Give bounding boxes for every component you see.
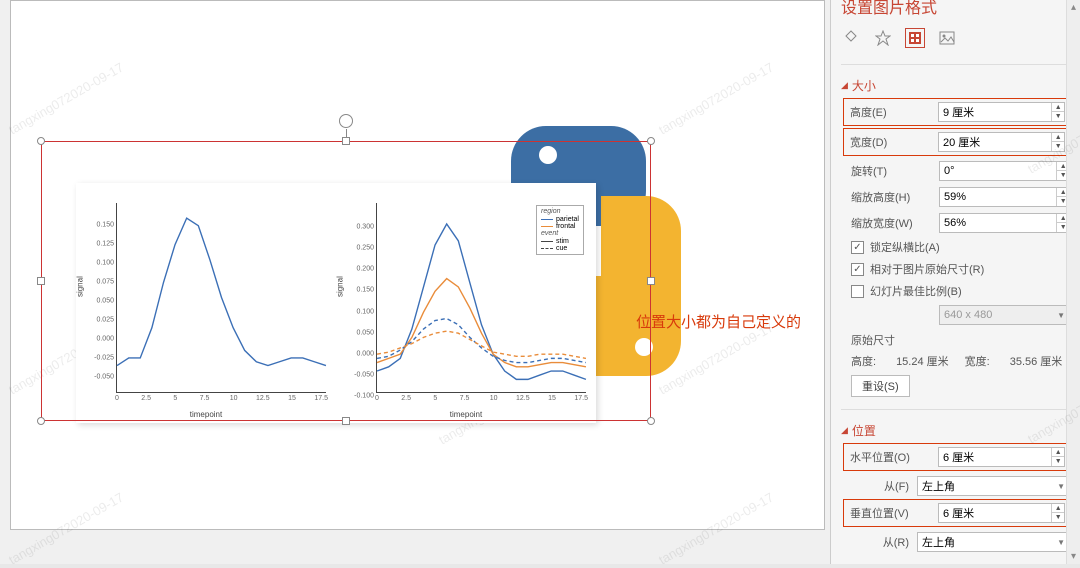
selection-outline[interactable] bbox=[41, 141, 651, 421]
orig-size-title: 原始尺寸 bbox=[851, 332, 1070, 348]
height-input[interactable]: ▲▼ bbox=[938, 102, 1065, 122]
scroll-down-icon[interactable]: ▾ bbox=[1069, 549, 1078, 564]
rotate-handle[interactable] bbox=[339, 114, 353, 128]
orig-size-title-row: 原始尺寸 bbox=[831, 328, 1080, 351]
annotation-text: 位置大小都为自己定义的 bbox=[636, 311, 801, 332]
size-properties-icon[interactable] bbox=[905, 28, 925, 48]
fill-icon[interactable] bbox=[841, 28, 861, 48]
collapse-icon: ◢ bbox=[841, 425, 848, 436]
hpos-input-field[interactable] bbox=[939, 451, 1051, 463]
vpos-input-field[interactable] bbox=[939, 507, 1051, 519]
height-row: 高度(E) ▲▼ bbox=[843, 98, 1072, 126]
rel-original-row[interactable]: ✓ 相对于图片原始尺寸(R) bbox=[831, 258, 1080, 280]
checkbox-unchecked-icon[interactable] bbox=[851, 285, 864, 298]
scale-width-input-field[interactable] bbox=[940, 217, 1056, 229]
resize-handle-n[interactable] bbox=[342, 137, 350, 145]
spinner-down[interactable]: ▼ bbox=[1052, 513, 1064, 522]
panel-tool-tabs bbox=[831, 22, 1080, 58]
resize-handle-w[interactable] bbox=[37, 277, 45, 285]
hpos-from-label: 从(F) bbox=[851, 478, 909, 494]
width-row: 宽度(D) ▲▼ bbox=[843, 128, 1072, 156]
vpos-label: 垂直位置(V) bbox=[850, 505, 930, 521]
rotate-input-field[interactable] bbox=[940, 165, 1056, 177]
watermark: tangxing072020-09-17 bbox=[6, 59, 126, 137]
best-fit-label: 幻灯片最佳比例(B) bbox=[870, 283, 962, 299]
resolution-row: 640 x 480 ▼ bbox=[831, 302, 1080, 328]
picture-icon[interactable] bbox=[937, 28, 957, 48]
resize-handle-sw[interactable] bbox=[37, 417, 45, 425]
spinner-down[interactable]: ▼ bbox=[1052, 142, 1064, 151]
lock-aspect-label: 锁定纵横比(A) bbox=[870, 239, 940, 255]
effects-icon[interactable] bbox=[873, 28, 893, 48]
chevron-down-icon: ▼ bbox=[1057, 538, 1065, 547]
vpos-from-label: 从(R) bbox=[851, 534, 909, 550]
resolution-select: 640 x 480 ▼ bbox=[939, 305, 1070, 325]
rel-original-label: 相对于图片原始尺寸(R) bbox=[870, 261, 984, 277]
spinner-up[interactable]: ▲ bbox=[1052, 448, 1064, 457]
hpos-row: 水平位置(O) ▲▼ bbox=[843, 443, 1072, 471]
section-header-label: 位置 bbox=[852, 422, 876, 439]
rotate-row: 旋转(T) ▲▼ bbox=[831, 158, 1080, 184]
width-input-field[interactable] bbox=[939, 136, 1051, 148]
watermark: tangxing072020-09-17 bbox=[656, 489, 776, 567]
scale-height-row: 缩放高度(H) ▲▼ bbox=[831, 184, 1080, 210]
scale-width-row: 缩放宽度(W) ▲▼ bbox=[831, 210, 1080, 236]
checkbox-checked-icon[interactable]: ✓ bbox=[851, 241, 864, 254]
resize-handle-s[interactable] bbox=[342, 417, 350, 425]
section-header-position[interactable]: ◢ 位置 bbox=[831, 416, 1080, 443]
spinner-up[interactable]: ▲ bbox=[1052, 133, 1064, 142]
spinner-down[interactable]: ▼ bbox=[1052, 112, 1064, 121]
scale-height-input-field[interactable] bbox=[940, 191, 1056, 203]
spinner-down[interactable]: ▼ bbox=[1052, 457, 1064, 466]
resize-handle-e[interactable] bbox=[647, 277, 655, 285]
hpos-from-row: 从(F) 左上角 ▼ bbox=[831, 473, 1080, 499]
chevron-down-icon: ▼ bbox=[1057, 482, 1065, 491]
scroll-up-icon[interactable]: ▴ bbox=[1069, 0, 1078, 15]
scale-width-label: 缩放宽度(W) bbox=[851, 215, 931, 231]
hpos-label: 水平位置(O) bbox=[850, 449, 930, 465]
spinner-up[interactable]: ▲ bbox=[1052, 103, 1064, 112]
resize-handle-nw[interactable] bbox=[37, 137, 45, 145]
orig-size-values: 高度: 15.24 厘米 宽度: 35.56 厘米 bbox=[831, 351, 1080, 371]
hpos-from-select[interactable]: 左上角 ▼ bbox=[917, 476, 1070, 496]
checkbox-checked-icon[interactable]: ✓ bbox=[851, 263, 864, 276]
vpos-input[interactable]: ▲▼ bbox=[938, 503, 1065, 523]
scale-width-input[interactable]: ▲▼ bbox=[939, 213, 1070, 233]
resize-handle-se[interactable] bbox=[647, 417, 655, 425]
rotate-label: 旋转(T) bbox=[851, 163, 931, 179]
slide-canvas[interactable]: tangxing072020-09-17 tangxing072020-09-1… bbox=[10, 0, 825, 530]
best-fit-row[interactable]: 幻灯片最佳比例(B) bbox=[831, 280, 1080, 302]
vpos-row: 垂直位置(V) ▲▼ bbox=[843, 499, 1072, 527]
scale-height-input[interactable]: ▲▼ bbox=[939, 187, 1070, 207]
rotate-input[interactable]: ▲▼ bbox=[939, 161, 1070, 181]
panel-title: 设置图片格式 bbox=[831, 0, 1080, 22]
scale-height-label: 缩放高度(H) bbox=[851, 189, 931, 205]
reset-button[interactable]: 重设(S) bbox=[851, 375, 910, 397]
hpos-input[interactable]: ▲▼ bbox=[938, 447, 1065, 467]
resize-handle-ne[interactable] bbox=[647, 137, 655, 145]
chevron-down-icon: ▼ bbox=[1057, 311, 1065, 320]
height-label: 高度(E) bbox=[850, 104, 930, 120]
resolution-value: 640 x 480 bbox=[944, 309, 992, 321]
spinner-up[interactable]: ▲ bbox=[1052, 504, 1064, 513]
lock-aspect-row[interactable]: ✓ 锁定纵横比(A) bbox=[831, 236, 1080, 258]
section-header-size[interactable]: ◢ 大小 bbox=[831, 71, 1080, 98]
collapse-icon: ◢ bbox=[841, 80, 848, 91]
watermark: tangxing072020-09-17 bbox=[6, 489, 126, 567]
slide-editor: tangxing072020-09-17 tangxing072020-09-1… bbox=[0, 0, 830, 564]
vpos-from-value: 左上角 bbox=[922, 534, 955, 550]
height-input-field[interactable] bbox=[939, 106, 1051, 118]
vpos-from-row: 从(R) 左上角 ▼ bbox=[831, 529, 1080, 555]
format-picture-panel: 设置图片格式 ◢ 大小 高度(E) ▲▼ 宽度(D) ▲▼ 旋转(T) ▲▼ 缩… bbox=[830, 0, 1080, 564]
panel-scrollbar[interactable]: ▴ ▾ bbox=[1066, 0, 1080, 564]
section-header-label: 大小 bbox=[852, 77, 876, 94]
width-label: 宽度(D) bbox=[850, 134, 930, 150]
hpos-from-value: 左上角 bbox=[922, 478, 955, 494]
width-input[interactable]: ▲▼ bbox=[938, 132, 1065, 152]
vpos-from-select[interactable]: 左上角 ▼ bbox=[917, 532, 1070, 552]
